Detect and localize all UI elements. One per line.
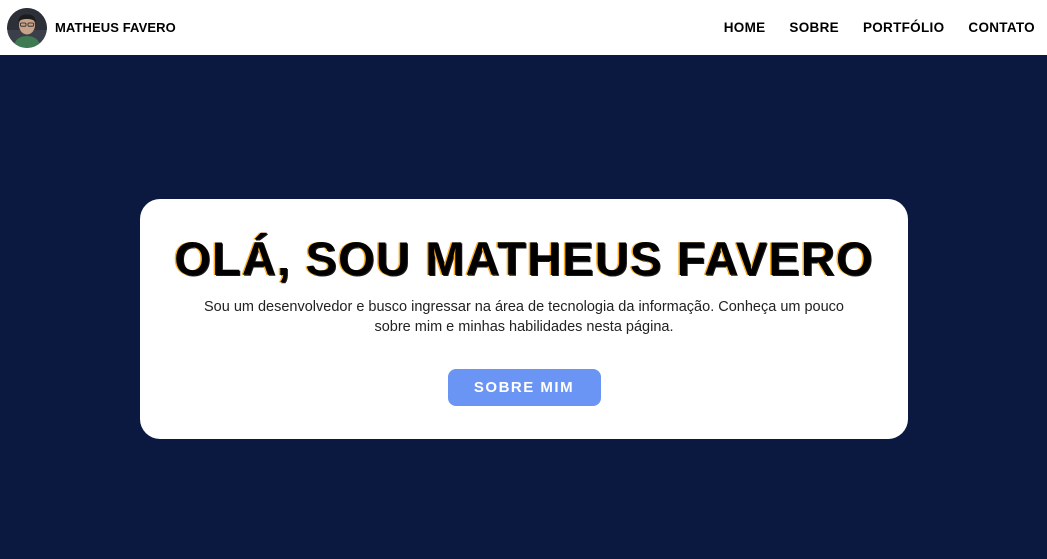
nav-link-portfolio[interactable]: PORTFÓLIO: [863, 20, 944, 35]
nav-link-home[interactable]: HOME: [724, 20, 766, 35]
main-nav: HOME SOBRE PORTFÓLIO CONTATO: [700, 20, 1035, 35]
avatar: [7, 7, 47, 48]
hero-card: OLÁ, SOU MATHEUS FAVERO Sou um desenvolv…: [140, 199, 908, 439]
hero-description: Sou um desenvolvedor e busco ingressar n…: [203, 299, 844, 335]
nav-link-sobre[interactable]: SOBRE: [789, 20, 839, 35]
nav-link-contato[interactable]: CONTATO: [968, 20, 1035, 35]
hero-title: OLÁ, SOU MATHEUS FAVERO: [174, 232, 874, 285]
brand-link[interactable]: MATHEUS FAVERO: [7, 7, 176, 48]
profile-photo-icon: [7, 7, 47, 48]
about-me-button[interactable]: SOBRE MIM: [447, 369, 601, 406]
top-navbar: MATHEUS FAVERO HOME SOBRE PORTFÓLIO CONT…: [0, 0, 1047, 55]
brand-name: MATHEUS FAVERO: [55, 20, 176, 35]
